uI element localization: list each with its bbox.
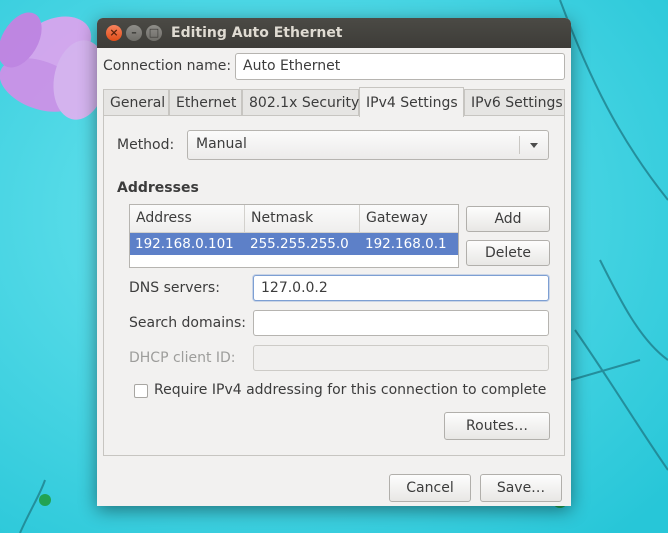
dhcp-client-id-label: DHCP client ID: xyxy=(129,350,236,366)
minimize-window-button[interactable]: – xyxy=(126,25,142,41)
dns-servers-label: DNS servers: xyxy=(129,280,220,296)
addresses-heading: Addresses xyxy=(117,180,199,196)
dhcp-client-id-field xyxy=(253,345,549,371)
column-header-netmask[interactable]: Netmask xyxy=(245,205,360,232)
table-row[interactable]: 192.168.0.101 255.255.255.0 192.168.0.1 xyxy=(130,233,458,255)
connection-name-field[interactable]: Auto Ethernet xyxy=(235,53,565,80)
table-header: Address Netmask Gateway xyxy=(130,205,458,233)
edit-connection-dialog: × – □ Editing Auto Ethernet Connection n… xyxy=(97,18,571,506)
addresses-table[interactable]: Address Netmask Gateway 192.168.0.101 25… xyxy=(129,204,459,268)
column-header-gateway[interactable]: Gateway xyxy=(360,205,458,232)
add-address-button[interactable]: Add xyxy=(466,206,550,232)
tab-ethernet[interactable]: Ethernet xyxy=(169,89,242,115)
cancel-button[interactable]: Cancel xyxy=(389,474,471,502)
search-domains-field[interactable] xyxy=(253,310,549,336)
window-title: Editing Auto Ethernet xyxy=(171,25,343,41)
method-label: Method: xyxy=(117,137,175,153)
connection-name-label: Connection name: xyxy=(103,58,232,74)
chevron-down-icon xyxy=(530,143,538,148)
require-ipv4-checkbox[interactable] xyxy=(134,384,148,398)
tab-802-1x-security[interactable]: 802.1x Security xyxy=(242,89,359,115)
delete-address-button[interactable]: Delete xyxy=(466,240,550,266)
address-cell[interactable]: 192.168.0.101 xyxy=(130,233,245,255)
tab-general[interactable]: General xyxy=(103,89,169,115)
netmask-cell[interactable]: 255.255.255.0 xyxy=(245,233,360,255)
routes-button[interactable]: Routes… xyxy=(444,412,550,440)
column-header-address[interactable]: Address xyxy=(130,205,245,232)
close-window-button[interactable]: × xyxy=(106,25,122,41)
tab-ipv6-settings[interactable]: IPv6 Settings xyxy=(464,89,565,115)
title-bar[interactable]: × – □ Editing Auto Ethernet xyxy=(97,18,571,48)
dns-servers-field[interactable]: 127.0.0.2 xyxy=(253,275,549,301)
maximize-window-button[interactable]: □ xyxy=(146,25,162,41)
require-ipv4-label[interactable]: Require IPv4 addressing for this connect… xyxy=(154,382,546,398)
method-dropdown[interactable]: Manual xyxy=(187,130,549,160)
dropdown-separator xyxy=(519,136,520,154)
search-domains-label: Search domains: xyxy=(129,315,246,331)
gateway-cell[interactable]: 192.168.0.1 xyxy=(360,233,458,255)
tab-ipv4-settings[interactable]: IPv4 Settings xyxy=(359,87,464,117)
method-value: Manual xyxy=(196,136,247,152)
save-button[interactable]: Save… xyxy=(480,474,562,502)
